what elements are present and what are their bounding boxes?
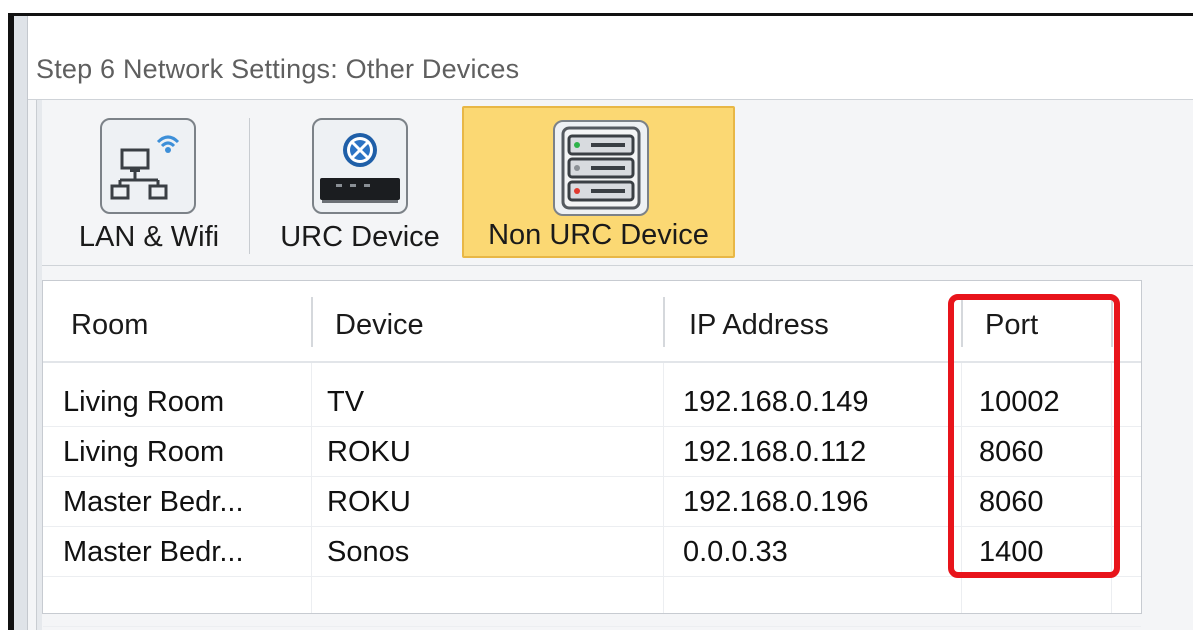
non-urc-device-button[interactable]: Non URC Device	[462, 106, 735, 258]
urc-controller-icon	[312, 118, 408, 214]
title-bar: Step 6 Network Settings: Other Devices	[28, 16, 1193, 100]
cell-port: 8060	[979, 436, 1044, 468]
empty-table-row[interactable]	[43, 577, 1141, 627]
cell-room: Master Bedr...	[63, 486, 244, 518]
cell-ip-address: 192.168.0.196	[683, 486, 869, 518]
cell-device: ROKU	[327, 436, 411, 468]
table-row[interactable]: Living Room ROKU 192.168.0.112 8060	[43, 427, 1141, 477]
table-row[interactable]: Master Bedr... Sonos 0.0.0.33 1400	[43, 527, 1141, 577]
table-row[interactable]: Master Bedr... ROKU 192.168.0.196 8060	[43, 477, 1141, 527]
column-divider[interactable]	[961, 297, 963, 347]
column-divider[interactable]	[663, 297, 665, 347]
lan-wifi-button[interactable]: LAN & Wifi	[64, 106, 234, 258]
devices-table: Room Device IP Address Port Living Room …	[42, 280, 1142, 627]
column-header-room[interactable]: Room	[71, 281, 148, 363]
table-header: Room Device IP Address Port	[43, 281, 1141, 363]
cell-device: Sonos	[327, 536, 410, 568]
urc-device-button[interactable]: URC Device	[270, 106, 450, 258]
column-divider[interactable]	[311, 297, 313, 347]
cell-ip-address: 192.168.0.149	[683, 386, 869, 418]
non-urc-device-label: Non URC Device	[488, 219, 709, 251]
column-header-device[interactable]: Device	[335, 281, 424, 363]
server-rack-icon	[553, 120, 649, 216]
window-side-panel	[14, 16, 28, 630]
cell-device: ROKU	[327, 486, 411, 518]
lan-wifi-label: LAN & Wifi	[78, 221, 220, 253]
cell-room: Living Room	[63, 436, 225, 468]
column-header-ip-address[interactable]: IP Address	[689, 281, 829, 363]
cell-ip-address: 192.168.0.112	[683, 436, 867, 468]
window-title: Step 6 Network Settings: Other Devices	[36, 54, 520, 84]
device-type-ribbon: LAN & Wifi URC Device Non URC Device	[42, 100, 1193, 266]
cell-room: Master Bedr...	[63, 536, 244, 568]
cell-room: Living Room	[63, 386, 225, 418]
column-header-port[interactable]: Port	[985, 281, 1038, 363]
cell-ip-address: 0.0.0.33	[683, 536, 788, 568]
cell-port: 10002	[979, 386, 1060, 418]
cell-port: 1400	[979, 536, 1044, 568]
ribbon-separator	[249, 118, 250, 254]
cell-device: TV	[327, 386, 365, 418]
cell-port: 8060	[979, 486, 1044, 518]
network-wifi-icon	[100, 118, 196, 214]
table-row[interactable]: Living Room TV 192.168.0.149 10002	[43, 377, 1141, 427]
column-divider[interactable]	[1111, 297, 1113, 347]
urc-device-label: URC Device	[280, 221, 440, 253]
